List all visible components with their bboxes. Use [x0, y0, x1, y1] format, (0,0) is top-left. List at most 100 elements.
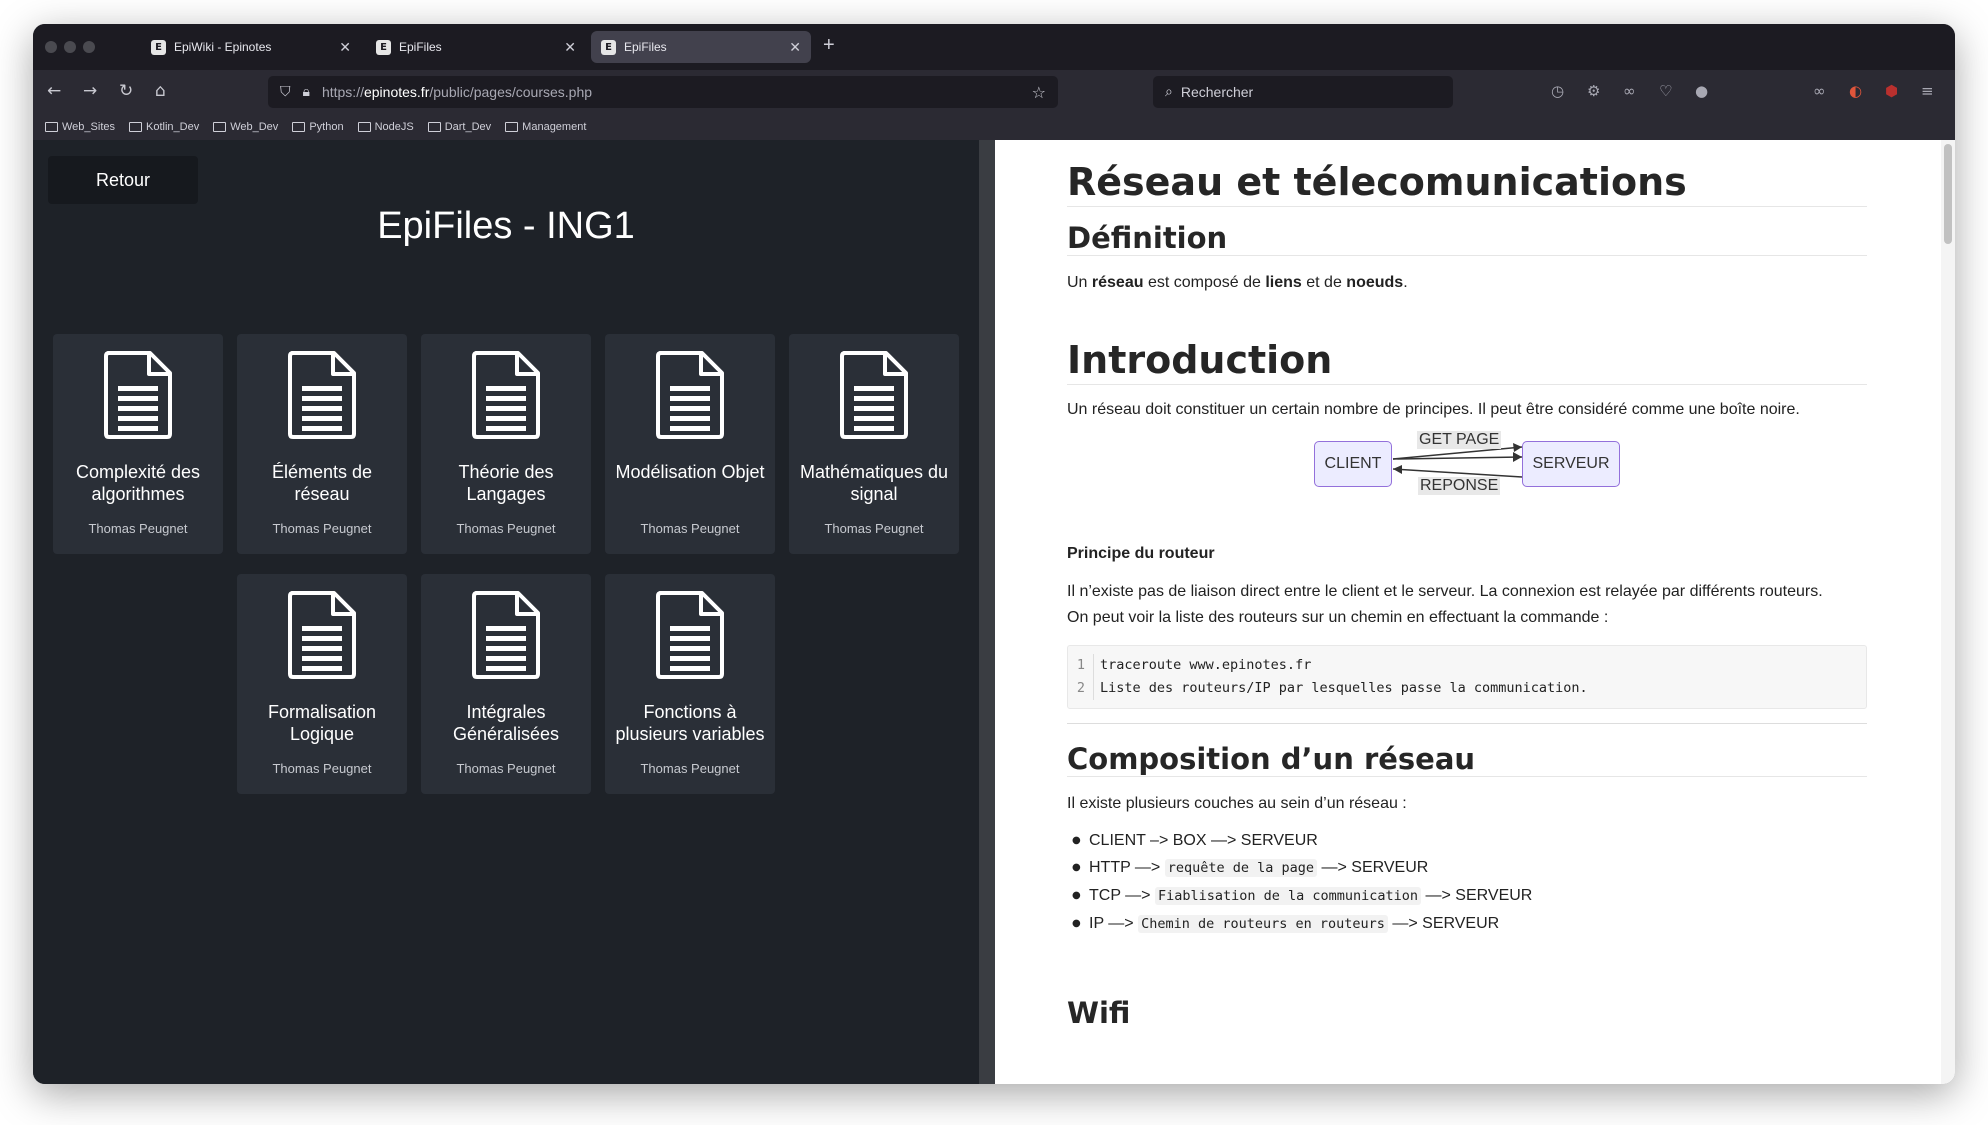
intro-text: Un réseau doit constituer un certain nom…	[1067, 401, 1800, 418]
course-title: Intégrales Généralisées	[452, 702, 560, 744]
edge-label-get-page: GET PAGE	[1417, 431, 1502, 449]
bookmark-star-icon[interactable]: ☆	[1032, 83, 1046, 102]
private-mask-icon[interactable]: ∞	[1623, 82, 1636, 100]
tab-epiwiki[interactable]: E EpiWiki - Epinotes ✕	[141, 31, 361, 63]
code-text: traceroute www.epinotes.fr	[1100, 657, 1312, 673]
back-arrow-icon[interactable]: ←	[47, 81, 61, 101]
item-text: TCP —>	[1089, 887, 1155, 904]
extension-color-icon[interactable]: ◐	[1849, 82, 1862, 100]
course-card[interactable]: Complexité des algorithmes Thomas Peugnet	[53, 334, 223, 554]
course-title: Éléments de réseau	[271, 462, 373, 504]
line-number: 1	[1068, 654, 1094, 677]
bookmark-folder[interactable]: NodeJS	[357, 121, 414, 133]
new-tab-icon[interactable]: +	[823, 34, 835, 57]
code-line: 1 traceroute www.epinotes.fr	[1068, 654, 1866, 677]
client-server-diagram: CLIENT SERVEUR GET PAGE REPONSE	[1067, 431, 1867, 511]
course-card[interactable]: Éléments de réseau Thomas Peugnet	[237, 334, 407, 554]
tab-epifiles-active[interactable]: E EpiFiles ✕	[591, 31, 811, 63]
back-button[interactable]: Retour	[48, 156, 198, 204]
close-window-icon[interactable]	[45, 41, 57, 53]
inline-code: requête de la page	[1164, 859, 1318, 877]
heading-introduction: Introduction	[1067, 338, 1867, 385]
course-author: Thomas Peugnet	[272, 521, 372, 536]
course-author: Thomas Peugnet	[640, 761, 740, 776]
bookmark-label: Web_Dev	[230, 121, 279, 133]
document-icon	[470, 350, 542, 445]
folder-icon	[427, 122, 441, 132]
url-path: /public/pages/courses.php	[429, 84, 593, 100]
extension-glasses-icon[interactable]: ∞	[1813, 82, 1826, 100]
bookmark-folder[interactable]: Management	[505, 121, 586, 133]
bookmark-folder[interactable]: Python	[292, 121, 344, 133]
course-author: Thomas Peugnet	[640, 521, 740, 536]
site-favicon-icon: E	[151, 39, 166, 55]
routeur-text-2: On peut voir la liste des routeurs sur u…	[1067, 609, 1609, 626]
site-favicon-icon: E	[601, 39, 616, 55]
bold-liens: liens	[1265, 274, 1302, 291]
tab-epifiles[interactable]: E EpiFiles ✕	[366, 31, 586, 63]
course-title: Formalisation Logique	[267, 702, 377, 744]
course-card[interactable]: Fonctions à plusieurs variables Thomas Pe…	[605, 574, 775, 794]
list-item: HTTP —> requête de la page —> SERVEUR	[1067, 854, 1867, 882]
zoom-window-icon[interactable]	[83, 41, 95, 53]
forward-arrow-icon[interactable]: →	[83, 81, 97, 101]
scrollbar[interactable]	[1941, 140, 1955, 1084]
scrollbar-thumb[interactable]	[1944, 144, 1952, 244]
course-card[interactable]: Théorie des Langages Thomas Peugnet	[421, 334, 591, 554]
search-bar[interactable]: ⌕ Rechercher	[1153, 76, 1453, 108]
bookmark-folder[interactable]: Kotlin_Dev	[129, 121, 199, 133]
url-bar[interactable]: ⛉ 🔒︎ https://epinotes.fr/public/pages/co…	[268, 76, 1058, 108]
menu-icon[interactable]: ≡	[1921, 82, 1934, 100]
course-title: Théorie des Langages	[458, 462, 554, 504]
navigation-bar: ← → ↻ ⌂ ⛉ 🔒︎ https://epinotes.fr/public/…	[33, 70, 1955, 114]
item-text: IP —>	[1089, 915, 1139, 932]
pocket-icon[interactable]: ♡	[1659, 82, 1672, 100]
course-card[interactable]: Modélisation Objet Thomas Peugnet	[605, 334, 775, 554]
bookmark-folder[interactable]: Web_Dev	[213, 121, 278, 133]
history-icon[interactable]: ◷	[1551, 82, 1564, 100]
item-text: HTTP —>	[1089, 859, 1165, 876]
course-title: Complexité des algorithmes	[75, 462, 201, 504]
split-divider[interactable]	[979, 140, 995, 1084]
diagram-server-node: SERVEUR	[1522, 441, 1620, 487]
home-icon[interactable]: ⌂	[155, 81, 166, 101]
close-tab-icon[interactable]: ✕	[564, 39, 576, 56]
shield-icon[interactable]: ⛉	[280, 84, 291, 100]
ublock-icon[interactable]: ⬢	[1885, 82, 1898, 100]
composition-list: CLIENT –> BOX —> SERVEUR HTTP —> requête…	[1067, 827, 1867, 938]
routeur-text-1: Il n’existe pas de liaison direct entre …	[1067, 583, 1823, 600]
close-tab-icon[interactable]: ✕	[789, 39, 801, 56]
edge-label-reponse: REPONSE	[1418, 477, 1501, 495]
text-span: et de	[1301, 274, 1347, 291]
reload-icon[interactable]: ↻	[119, 81, 133, 101]
definition-text: Un réseau est composé de liens et de noe…	[1067, 270, 1867, 296]
course-card[interactable]: Intégrales Généralisées Thomas Peugnet	[421, 574, 591, 794]
inline-code: Chemin de routeurs en routeurs	[1138, 915, 1388, 933]
document-icon	[102, 350, 174, 445]
bookmark-label: Dart_Dev	[444, 121, 492, 133]
bookmark-label: Web_Sites	[62, 121, 115, 133]
composition-intro: Il existe plusieurs couches au sein d’un…	[1067, 795, 1407, 812]
bookmark-label: Management	[522, 121, 587, 133]
minimize-window-icon[interactable]	[64, 41, 76, 53]
bookmark-folder[interactable]: Dart_Dev	[427, 121, 492, 133]
bookmark-folder[interactable]: Web_Sites	[45, 121, 115, 133]
text-span: est composé de	[1143, 274, 1266, 291]
doc-title: Réseau et télecomunications	[1067, 160, 1867, 207]
text-span: Un	[1067, 274, 1092, 291]
close-tab-icon[interactable]: ✕	[339, 39, 351, 56]
account-icon[interactable]: ●	[1695, 82, 1708, 100]
document-icon	[286, 590, 358, 685]
gear-icon[interactable]: ⚙	[1587, 82, 1600, 100]
document-icon	[654, 590, 726, 685]
site-favicon-icon: E	[376, 39, 391, 55]
lock-icon[interactable]: 🔒︎	[303, 84, 310, 100]
course-card[interactable]: Formalisation Logique Thomas Peugnet	[237, 574, 407, 794]
line-number: 2	[1068, 677, 1094, 700]
bold-reseau: réseau	[1091, 274, 1144, 291]
folder-icon	[45, 122, 58, 132]
inline-code: Fiablisation de la communication	[1154, 887, 1422, 905]
course-title: Fonctions à plusieurs variables	[615, 702, 765, 744]
list-item: IP —> Chemin de routeurs en routeurs —> …	[1067, 910, 1867, 938]
course-card[interactable]: Mathématiques du signal Thomas Peugnet	[789, 334, 959, 554]
